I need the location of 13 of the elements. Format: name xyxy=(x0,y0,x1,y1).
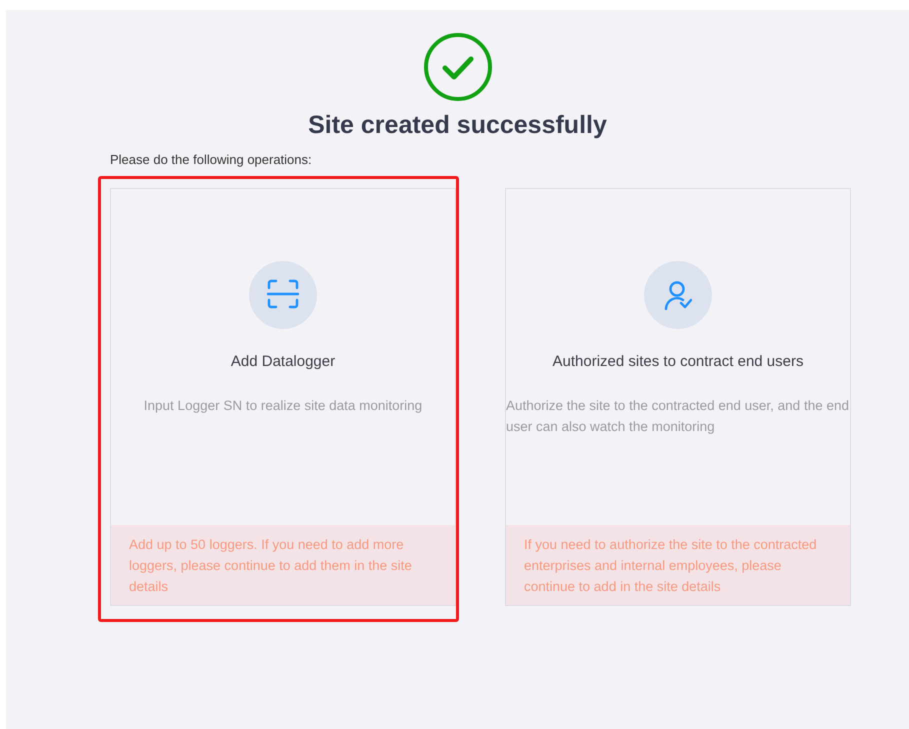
operation-card[interactable]: Add Datalogger Input Logger SN to realize site data monitoring Add up to 50 loggers. If you need to add more loggers, please continue to add them in the site details xyxy=(110,188,456,606)
operation-card[interactable] xyxy=(505,188,851,606)
card-description: Authorize the site to the contracted end user, and the end user can also watch the monitoring xyxy=(506,397,850,436)
instruction-text: Please do the following operations: xyxy=(110,151,313,169)
success-check-icon xyxy=(422,32,492,102)
card-note: Add up to 50 loggers. If you need to add more loggers, please continue to add them in the site details xyxy=(111,524,455,604)
card-title: Add Datalogger xyxy=(230,352,336,372)
card-title: Authorized sites to contract end users xyxy=(552,352,804,372)
page-title: Site created successfully xyxy=(307,110,608,140)
card-description: Input Logger SN to realize site data monitoring xyxy=(144,397,422,415)
card-note: If you need to authorize the site to the contracted enterprises and internal employees, please continue to add in the site details xyxy=(506,524,850,604)
user-check-icon xyxy=(662,279,694,310)
scan-icon xyxy=(267,279,299,310)
